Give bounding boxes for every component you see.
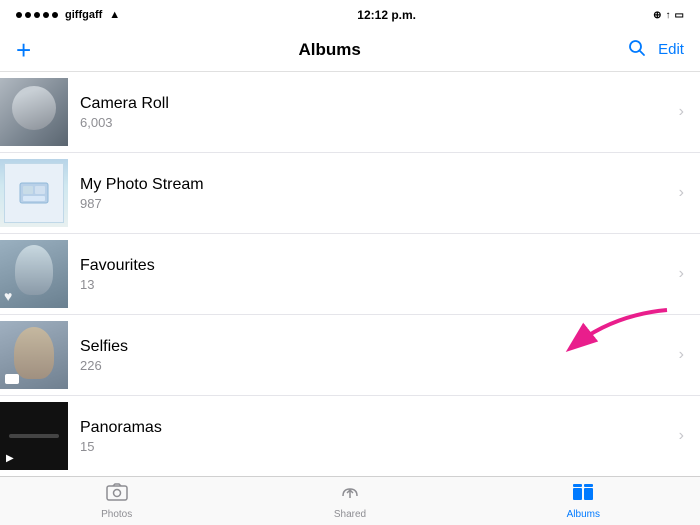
album-info-panoramas: Panoramas 15	[80, 419, 671, 454]
album-item-selfies[interactable]: Selfies 226 ›	[0, 315, 700, 396]
album-name: My Photo Stream	[80, 176, 671, 194]
album-count: 6,003	[80, 115, 671, 130]
albums-tab-icon	[572, 483, 594, 507]
arrow-icon: ↑	[666, 10, 671, 21]
chevron-icon: ›	[679, 265, 684, 283]
signal-dot-1	[16, 12, 22, 18]
signal-dot-3	[34, 12, 40, 18]
thumb-inner	[4, 163, 64, 223]
tab-photos[interactable]: Photos	[0, 477, 233, 525]
wifi-icon: ▲	[109, 9, 120, 21]
chevron-icon: ›	[679, 427, 684, 445]
album-thumb-photo-stream	[0, 159, 68, 227]
album-thumb-panoramas	[0, 402, 68, 470]
status-left: giffgaff ▲	[16, 9, 120, 21]
chevron-icon: ›	[679, 103, 684, 121]
album-name: Camera Roll	[80, 95, 671, 113]
album-name: Favourites	[80, 257, 671, 275]
tab-bar: Photos Shared Albums	[0, 476, 700, 525]
album-name: Panoramas	[80, 419, 671, 437]
selfie-face	[14, 327, 54, 379]
album-info-photo-stream: My Photo Stream 987	[80, 176, 671, 211]
photos-tab-icon	[106, 483, 128, 507]
album-info-camera-roll: Camera Roll 6,003	[80, 95, 671, 130]
chevron-icon: ›	[679, 184, 684, 202]
shared-tab-icon	[339, 483, 361, 507]
panorama-bar	[9, 434, 59, 438]
chevron-icon: ›	[679, 346, 684, 364]
search-button[interactable]	[628, 39, 646, 61]
signal-dot-2	[25, 12, 31, 18]
album-item-favourites[interactable]: Favourites 13 ›	[0, 234, 700, 315]
status-bar: giffgaff ▲ 12:12 p.m. ⊕ ↑ ▭	[0, 0, 700, 28]
signal-dot-5	[52, 12, 58, 18]
album-count: 13	[80, 277, 671, 292]
carrier-label: giffgaff	[65, 9, 102, 21]
nav-bar: + Albums Edit	[0, 28, 700, 72]
albums-tab-label: Albums	[567, 509, 600, 520]
shared-tab-label: Shared	[334, 509, 366, 520]
status-right: ⊕ ↑ ▭	[653, 10, 684, 21]
album-thumb-camera-roll	[0, 78, 68, 146]
signal-dot-4	[43, 12, 49, 18]
tab-shared[interactable]: Shared	[233, 477, 466, 525]
location-icon: ⊕	[653, 10, 661, 21]
album-info-selfies: Selfies 226	[80, 338, 671, 373]
album-thumb-favourites	[0, 240, 68, 308]
battery-icon: ▭	[675, 10, 684, 21]
add-album-button[interactable]: +	[16, 37, 31, 63]
album-item-panoramas[interactable]: Panoramas 15 ›	[0, 396, 700, 476]
album-count: 15	[80, 439, 671, 454]
album-count: 987	[80, 196, 671, 211]
edit-button[interactable]: Edit	[658, 41, 684, 58]
album-item-camera-roll[interactable]: Camera Roll 6,003 ›	[0, 72, 700, 153]
page-title: Albums	[298, 40, 360, 60]
photos-tab-label: Photos	[101, 509, 132, 520]
album-name: Selfies	[80, 338, 671, 356]
album-thumb-selfies	[0, 321, 68, 389]
album-list: Camera Roll 6,003 › My Photo Stream 987 …	[0, 72, 700, 476]
tab-albums[interactable]: Albums	[467, 477, 700, 525]
album-item-photo-stream[interactable]: My Photo Stream 987 ›	[0, 153, 700, 234]
status-time: 12:12 p.m.	[357, 8, 416, 22]
album-count: 226	[80, 358, 671, 373]
nav-actions: Edit	[628, 39, 684, 61]
album-info-favourites: Favourites 13	[80, 257, 671, 292]
camera-icon	[5, 374, 19, 384]
